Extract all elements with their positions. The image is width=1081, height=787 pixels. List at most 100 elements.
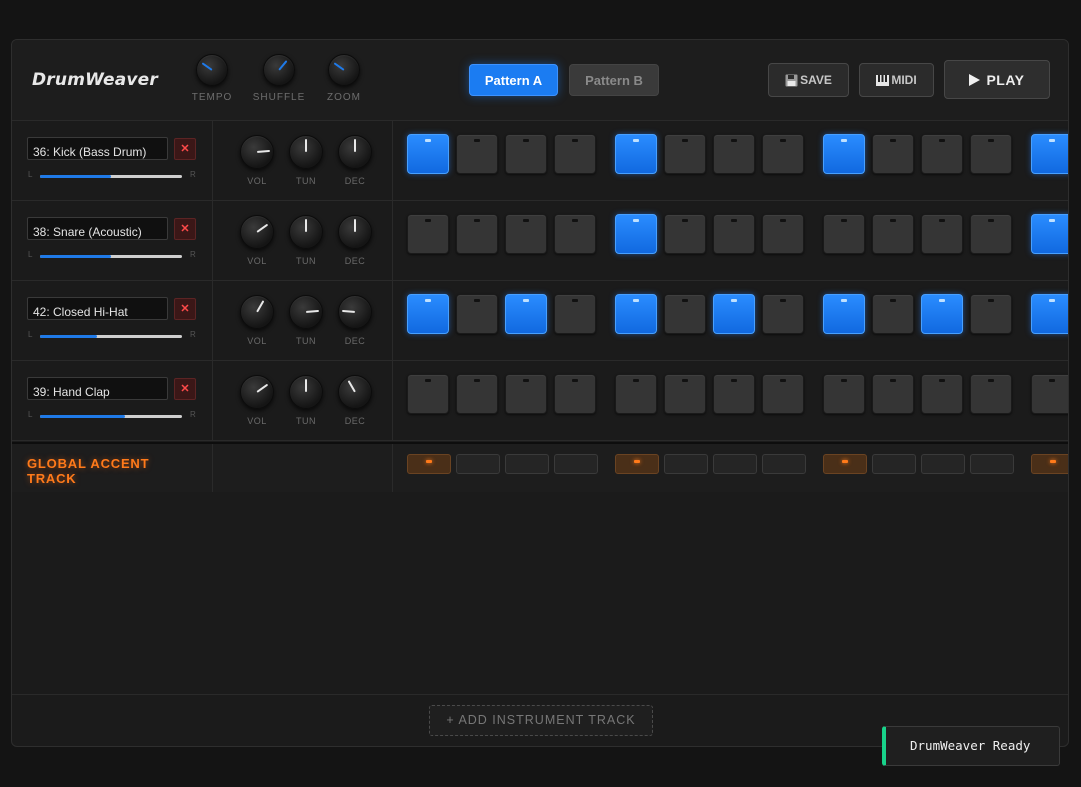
track-name-field[interactable]: 38: Snare (Acoustic): [27, 217, 168, 240]
step-pad[interactable]: [664, 214, 706, 254]
tun-knob[interactable]: TUN: [284, 295, 328, 346]
step-pad[interactable]: [456, 214, 498, 254]
step-pad[interactable]: [823, 214, 865, 254]
accent-step-pad[interactable]: [872, 454, 916, 474]
dec-knob[interactable]: DEC: [333, 215, 377, 266]
step-pad[interactable]: [505, 214, 547, 254]
dec-knob-dial[interactable]: [338, 375, 372, 409]
tun-knob-dial[interactable]: [289, 295, 323, 329]
step-pad[interactable]: [713, 294, 755, 334]
vol-knob[interactable]: VOL: [235, 135, 279, 186]
tun-knob[interactable]: TUN: [284, 375, 328, 426]
dec-knob[interactable]: DEC: [333, 375, 377, 426]
accent-step-pad[interactable]: [823, 454, 867, 474]
pan-slider[interactable]: [40, 255, 182, 258]
step-pad[interactable]: [505, 134, 547, 174]
step-pad[interactable]: [1031, 374, 1068, 414]
step-pad[interactable]: [615, 214, 657, 254]
step-pad[interactable]: [762, 214, 804, 254]
step-pad[interactable]: [921, 214, 963, 254]
pan-slider[interactable]: [40, 415, 182, 418]
accent-step-pad[interactable]: [1031, 454, 1068, 474]
midi-button[interactable]: MIDI: [859, 63, 934, 97]
step-pad[interactable]: [872, 294, 914, 334]
step-pad[interactable]: [407, 214, 449, 254]
dec-knob[interactable]: DEC: [333, 295, 377, 346]
step-pad[interactable]: [456, 374, 498, 414]
step-pad[interactable]: [615, 134, 657, 174]
step-pad[interactable]: [1031, 134, 1068, 174]
step-pad[interactable]: [713, 214, 755, 254]
step-pad[interactable]: [505, 374, 547, 414]
pattern-a-button[interactable]: Pattern A: [469, 64, 558, 96]
step-pad[interactable]: [554, 214, 596, 254]
step-pad[interactable]: [664, 294, 706, 334]
step-pad[interactable]: [664, 134, 706, 174]
step-pad[interactable]: [554, 294, 596, 334]
step-pad[interactable]: [970, 214, 1012, 254]
play-button[interactable]: PLAY: [944, 60, 1050, 99]
track-name-field[interactable]: 42: Closed Hi-Hat: [27, 297, 168, 320]
step-pad[interactable]: [664, 374, 706, 414]
track-name-field[interactable]: 39: Hand Clap: [27, 377, 168, 400]
zoom-knob-dial[interactable]: [328, 54, 360, 86]
delete-track-button[interactable]: ✕: [174, 298, 196, 320]
accent-step-pad[interactable]: [407, 454, 451, 474]
tun-knob[interactable]: TUN: [284, 215, 328, 266]
pattern-b-button[interactable]: Pattern B: [569, 64, 659, 96]
shuffle-knob[interactable]: SHUFFLE: [244, 54, 314, 103]
step-pad[interactable]: [762, 374, 804, 414]
step-pad[interactable]: [615, 374, 657, 414]
tun-knob-dial[interactable]: [289, 135, 323, 169]
step-pad[interactable]: [713, 374, 755, 414]
tempo-knob-dial[interactable]: [196, 54, 228, 86]
vol-knob-dial[interactable]: [240, 215, 274, 249]
step-pad[interactable]: [970, 294, 1012, 334]
step-pad[interactable]: [872, 134, 914, 174]
step-pad[interactable]: [970, 374, 1012, 414]
step-pad[interactable]: [762, 294, 804, 334]
step-pad[interactable]: [713, 134, 755, 174]
dec-knob-dial[interactable]: [338, 215, 372, 249]
delete-track-button[interactable]: ✕: [174, 138, 196, 160]
step-pad[interactable]: [1031, 294, 1068, 334]
step-pad[interactable]: [407, 374, 449, 414]
add-instrument-track-button[interactable]: + ADD INSTRUMENT TRACK: [429, 705, 653, 736]
step-pad[interactable]: [554, 134, 596, 174]
step-pad[interactable]: [921, 134, 963, 174]
step-pad[interactable]: [823, 294, 865, 334]
accent-step-pad[interactable]: [713, 454, 757, 474]
step-pad[interactable]: [872, 374, 914, 414]
vol-knob-dial[interactable]: [240, 295, 274, 329]
step-pad[interactable]: [921, 294, 963, 334]
shuffle-knob-dial[interactable]: [263, 54, 295, 86]
step-pad[interactable]: [1031, 214, 1068, 254]
delete-track-button[interactable]: ✕: [174, 218, 196, 240]
accent-step-pad[interactable]: [456, 454, 500, 474]
accent-step-pad[interactable]: [505, 454, 549, 474]
step-pad[interactable]: [823, 374, 865, 414]
step-pad[interactable]: [407, 294, 449, 334]
delete-track-button[interactable]: ✕: [174, 378, 196, 400]
accent-step-pad[interactable]: [615, 454, 659, 474]
tun-knob-dial[interactable]: [289, 375, 323, 409]
accent-step-pad[interactable]: [762, 454, 806, 474]
accent-step-pad[interactable]: [554, 454, 598, 474]
tun-knob-dial[interactable]: [289, 215, 323, 249]
pan-slider[interactable]: [40, 335, 182, 338]
step-pad[interactable]: [921, 374, 963, 414]
step-pad[interactable]: [823, 134, 865, 174]
vol-knob[interactable]: VOL: [235, 215, 279, 266]
step-pad[interactable]: [872, 214, 914, 254]
accent-step-pad[interactable]: [664, 454, 708, 474]
accent-step-pad[interactable]: [921, 454, 965, 474]
dec-knob-dial[interactable]: [338, 295, 372, 329]
step-pad[interactable]: [505, 294, 547, 334]
vol-knob[interactable]: VOL: [235, 375, 279, 426]
save-button[interactable]: SAVE: [768, 63, 849, 97]
step-pad[interactable]: [456, 134, 498, 174]
dec-knob[interactable]: DEC: [333, 135, 377, 186]
tun-knob[interactable]: TUN: [284, 135, 328, 186]
step-pad[interactable]: [554, 374, 596, 414]
track-name-field[interactable]: 36: Kick (Bass Drum): [27, 137, 168, 160]
